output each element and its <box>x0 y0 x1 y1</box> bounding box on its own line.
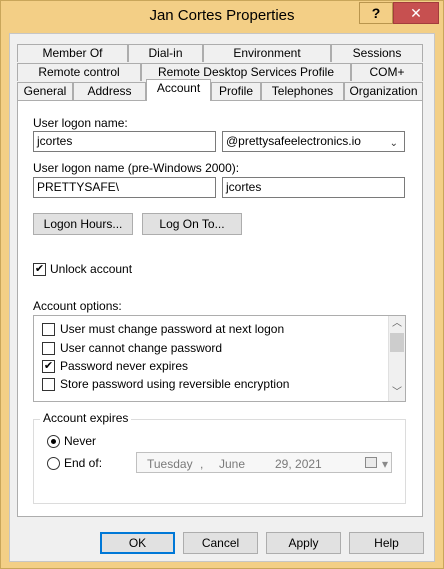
account-options-label: Account options: <box>33 299 122 313</box>
option-label: User cannot change password <box>60 341 223 355</box>
account-tab-panel: User logon name: jcortes @prettysafeelec… <box>17 100 423 517</box>
tab-dial-in[interactable]: Dial-in <box>128 44 203 62</box>
date-separator: , <box>200 457 204 471</box>
dialog-client: Member Of Dial-in Environment Sessions R… <box>9 33 435 562</box>
tab-profile[interactable]: Profile <box>211 82 261 100</box>
tab-remote-control[interactable]: Remote control <box>17 63 141 81</box>
account-expires-label: Account expires <box>40 411 132 425</box>
option-label: User must change password at next logon <box>60 322 285 336</box>
option-checkbox-cannot-change[interactable] <box>42 342 55 355</box>
help-button[interactable]: Help <box>349 532 424 554</box>
option-label: Store password using reversible encrypti… <box>60 377 290 391</box>
tab-organization[interactable]: Organization <box>344 82 423 100</box>
title-bar[interactable]: Jan Cortes Properties ? ✕ <box>1 1 443 33</box>
end-date-picker[interactable]: Tuesday , June 29, 2021 ▾ <box>136 452 392 473</box>
close-icon: ✕ <box>410 5 422 21</box>
upn-suffix-select[interactable]: @prettysafeelectronics.io ⌄ <box>222 131 405 152</box>
check-icon: ✔ <box>34 263 45 275</box>
scroll-thumb[interactable] <box>390 333 404 352</box>
option-checkbox-must-change[interactable] <box>42 323 55 336</box>
end-of-label: End of: <box>64 456 103 470</box>
tab-member-of[interactable]: Member Of <box>17 44 128 62</box>
tab-sessions[interactable]: Sessions <box>331 44 423 62</box>
tab-address[interactable]: Address <box>73 82 146 100</box>
date-month: June <box>219 457 246 471</box>
end-of-radio[interactable] <box>47 457 60 470</box>
chevron-down-icon: ⌄ <box>389 138 398 149</box>
option-checkbox-never-expires[interactable]: ✔ <box>42 360 55 373</box>
scroll-down-icon[interactable]: ﹀ <box>389 385 405 401</box>
never-label: Never <box>64 434 97 448</box>
scroll-up-icon[interactable]: ︿ <box>389 316 405 332</box>
tab-general[interactable]: General <box>17 82 73 100</box>
account-options-list[interactable]: User must change password at next logon … <box>33 315 406 402</box>
help-titlebar-button[interactable]: ? <box>359 2 393 24</box>
pre2000-user-input[interactable]: jcortes <box>222 177 405 198</box>
unlock-account-checkbox[interactable]: ✔ <box>33 263 46 276</box>
log-on-to-button[interactable]: Log On To... <box>142 213 242 235</box>
options-scrollbar[interactable]: ︿ ﹀ <box>388 316 405 401</box>
option-checkbox-reversible-encryption[interactable] <box>42 378 55 391</box>
apply-button[interactable]: Apply <box>266 532 341 554</box>
properties-window: Jan Cortes Properties ? ✕ Member Of Dial… <box>0 0 444 569</box>
dropdown-arrow-icon: ▾ <box>381 457 388 471</box>
never-radio[interactable] <box>47 435 60 448</box>
tab-com-plus[interactable]: COM+ <box>351 63 423 81</box>
logon-hours-button[interactable]: Logon Hours... <box>33 213 133 235</box>
tab-environment[interactable]: Environment <box>203 44 331 62</box>
pre2000-label: User logon name (pre-Windows 2000): <box>33 161 240 175</box>
pre2000-domain-field: PRETTYSAFE\ <box>33 177 216 198</box>
tab-account[interactable]: Account <box>146 79 211 101</box>
ok-button[interactable]: OK <box>100 532 175 554</box>
close-button[interactable]: ✕ <box>393 2 439 24</box>
cancel-button[interactable]: Cancel <box>183 532 258 554</box>
date-weekday: Tuesday <box>147 457 193 471</box>
date-day-year: 29, 2021 <box>275 457 322 471</box>
logon-name-label: User logon name: <box>33 116 128 130</box>
check-icon: ✔ <box>43 360 54 372</box>
radio-selected-dot <box>51 439 56 444</box>
upn-suffix-value: @prettysafeelectronics.io <box>226 134 361 148</box>
tab-telephones[interactable]: Telephones <box>261 82 344 100</box>
calendar-icon[interactable] <box>365 457 377 468</box>
unlock-account-label: Unlock account <box>50 262 133 276</box>
logon-name-input[interactable]: jcortes <box>33 131 216 152</box>
option-label: Password never expires <box>60 359 189 373</box>
